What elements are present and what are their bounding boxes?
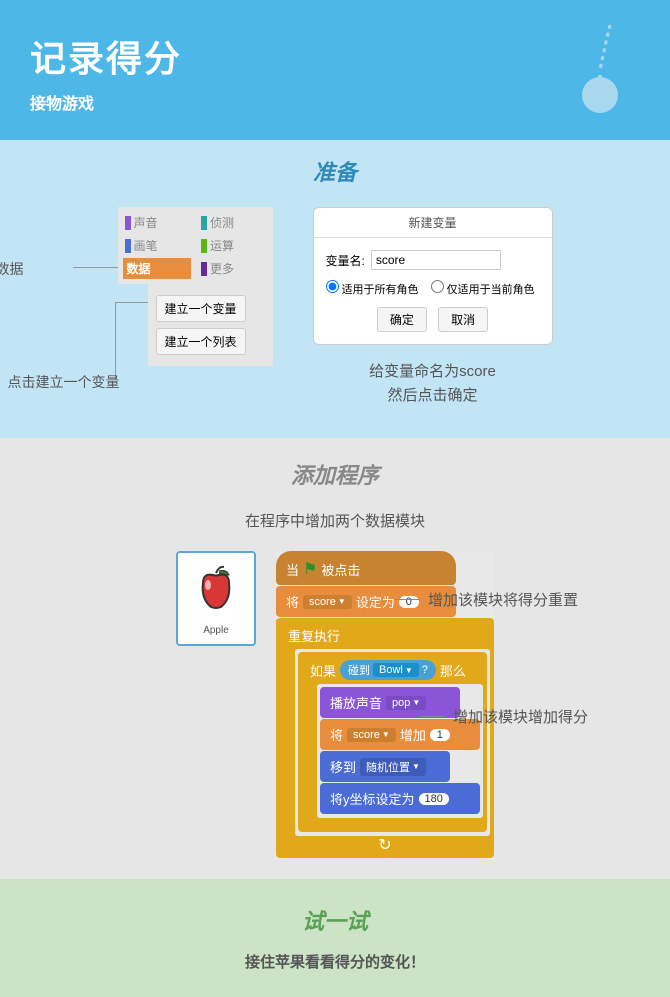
category-sensing[interactable]: 侦测 bbox=[199, 212, 268, 233]
create-buttons-panel: 建立一个变量 建立一个列表 bbox=[148, 284, 273, 366]
annotation-select-data: 选择数据 bbox=[0, 259, 24, 279]
dialog-title: 新建变量 bbox=[314, 208, 552, 238]
try-text: 接住苹果看看得分的变化！ bbox=[25, 951, 645, 972]
create-list-button[interactable]: 建立一个列表 bbox=[156, 328, 246, 355]
section-try: 试一试 接住苹果看看得分的变化！ bbox=[0, 879, 670, 997]
category-box: 声音 侦测 画笔 运算 数据 更多 bbox=[118, 207, 273, 284]
section-program: 添加程序 在程序中增加两个数据模块 Apple 当 ⚑ 被点击 将 score▼… bbox=[0, 438, 670, 879]
annotation-click-create: 点击建立一个变量 bbox=[8, 372, 120, 392]
annotation-line bbox=[73, 267, 118, 268]
category-pen[interactable]: 画笔 bbox=[123, 235, 192, 256]
try-title: 试一试 bbox=[25, 904, 645, 936]
create-variable-button[interactable]: 建立一个变量 bbox=[156, 295, 246, 322]
apple-decoration-icon bbox=[570, 20, 630, 125]
radio-this-sprite[interactable]: 仅适用于当前角色 bbox=[431, 280, 535, 297]
dialog-cancel-button[interactable]: 取消 bbox=[438, 307, 488, 332]
new-variable-dialog: 新建变量 变量名: 适用于所有角色 仅适用于当前角色 确定 取消 bbox=[313, 207, 553, 345]
radio-all-sprites[interactable]: 适用于所有角色 bbox=[326, 280, 419, 297]
category-operators[interactable]: 运算 bbox=[199, 235, 268, 256]
block-set-y[interactable]: 将y坐标设定为 180 bbox=[320, 783, 480, 814]
prepare-title: 准备 bbox=[20, 155, 650, 187]
dialog-column: 新建变量 变量名: 适用于所有角色 仅适用于当前角色 确定 取消 bbox=[313, 207, 553, 408]
section-prepare: 准备 选择数据 声音 侦测 画笔 运算 数据 更多 建立一个变量 建立一个列表 bbox=[0, 140, 670, 438]
value-input[interactable]: 1 bbox=[430, 729, 450, 741]
variable-dropdown[interactable]: score▼ bbox=[303, 595, 352, 609]
position-dropdown[interactable]: 随机位置▼ bbox=[360, 758, 426, 776]
category-panel: 选择数据 声音 侦测 画笔 运算 数据 更多 建立一个变量 建立一个列表 点击建… bbox=[118, 207, 273, 366]
block-goto[interactable]: 移到 随机位置▼ bbox=[320, 751, 450, 782]
category-more[interactable]: 更多 bbox=[199, 258, 268, 279]
touching-sensor[interactable]: 碰到 Bowl▼ ? bbox=[340, 660, 436, 680]
page-header: 记录得分 接物游戏 bbox=[0, 0, 670, 140]
program-title: 添加程序 bbox=[20, 458, 650, 490]
apple-icon bbox=[189, 561, 244, 616]
loop-arrow-icon: ↻ bbox=[280, 836, 490, 854]
sprite-card-apple[interactable]: Apple bbox=[176, 551, 256, 646]
green-flag-icon: ⚑ bbox=[303, 559, 317, 579]
category-data[interactable]: 数据 bbox=[123, 258, 192, 279]
sprite-name-label: Apple bbox=[186, 625, 246, 636]
variable-name-label: 变量名: bbox=[326, 252, 365, 269]
annotation-line bbox=[115, 302, 116, 380]
dialog-caption: 给变量命名为score 然后点击确定 bbox=[313, 360, 553, 408]
annotation-line bbox=[115, 302, 148, 303]
program-subtitle: 在程序中增加两个数据模块 bbox=[20, 510, 650, 531]
block-forever[interactable]: 重复执行 如果 碰到 Bowl▼ ? 那么 bbox=[276, 618, 494, 858]
variable-dropdown[interactable]: score▼ bbox=[347, 728, 396, 742]
block-when-flag-clicked[interactable]: 当 ⚑ 被点击 bbox=[276, 551, 456, 585]
variable-name-input[interactable] bbox=[371, 250, 501, 270]
dialog-ok-button[interactable]: 确定 bbox=[377, 307, 427, 332]
note-increase-score: 增加该模块增加得分 bbox=[420, 706, 588, 727]
block-if[interactable]: 如果 碰到 Bowl▼ ? 那么 播放声音 pop▼ bbox=[298, 652, 487, 832]
header-title: 记录得分 bbox=[30, 30, 640, 82]
header-subtitle: 接物游戏 bbox=[30, 90, 640, 114]
category-sound[interactable]: 声音 bbox=[123, 212, 192, 233]
value-input[interactable]: 180 bbox=[419, 793, 449, 805]
note-reset-score: 增加该模块将得分重置 bbox=[395, 589, 578, 610]
